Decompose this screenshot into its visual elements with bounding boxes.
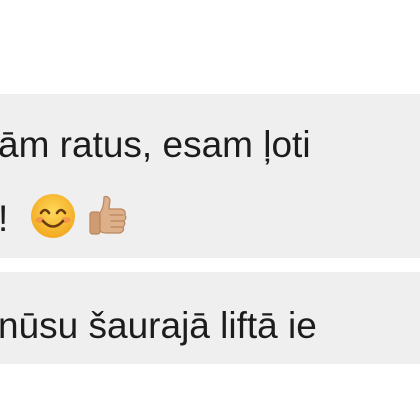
chat-view: ām ratus, esam ļoti ! bbox=[0, 0, 420, 420]
message-bubble[interactable]: ām ratus, esam ļoti ! bbox=[0, 94, 420, 258]
message-text-line: nūsu šaurajā liftā ie bbox=[0, 305, 317, 346]
message-text-line: ām ratus, esam ļoti bbox=[0, 124, 311, 165]
chat-background-top bbox=[0, 0, 420, 94]
thumbs-up-icon bbox=[89, 195, 127, 235]
message-bubble[interactable]: nūsu šaurajā liftā ie bbox=[0, 272, 420, 364]
smiling-face-icon bbox=[31, 194, 75, 238]
emoji-row bbox=[28, 191, 132, 241]
chat-background-bottom bbox=[0, 364, 420, 420]
message-text-line: ! bbox=[0, 197, 8, 241]
